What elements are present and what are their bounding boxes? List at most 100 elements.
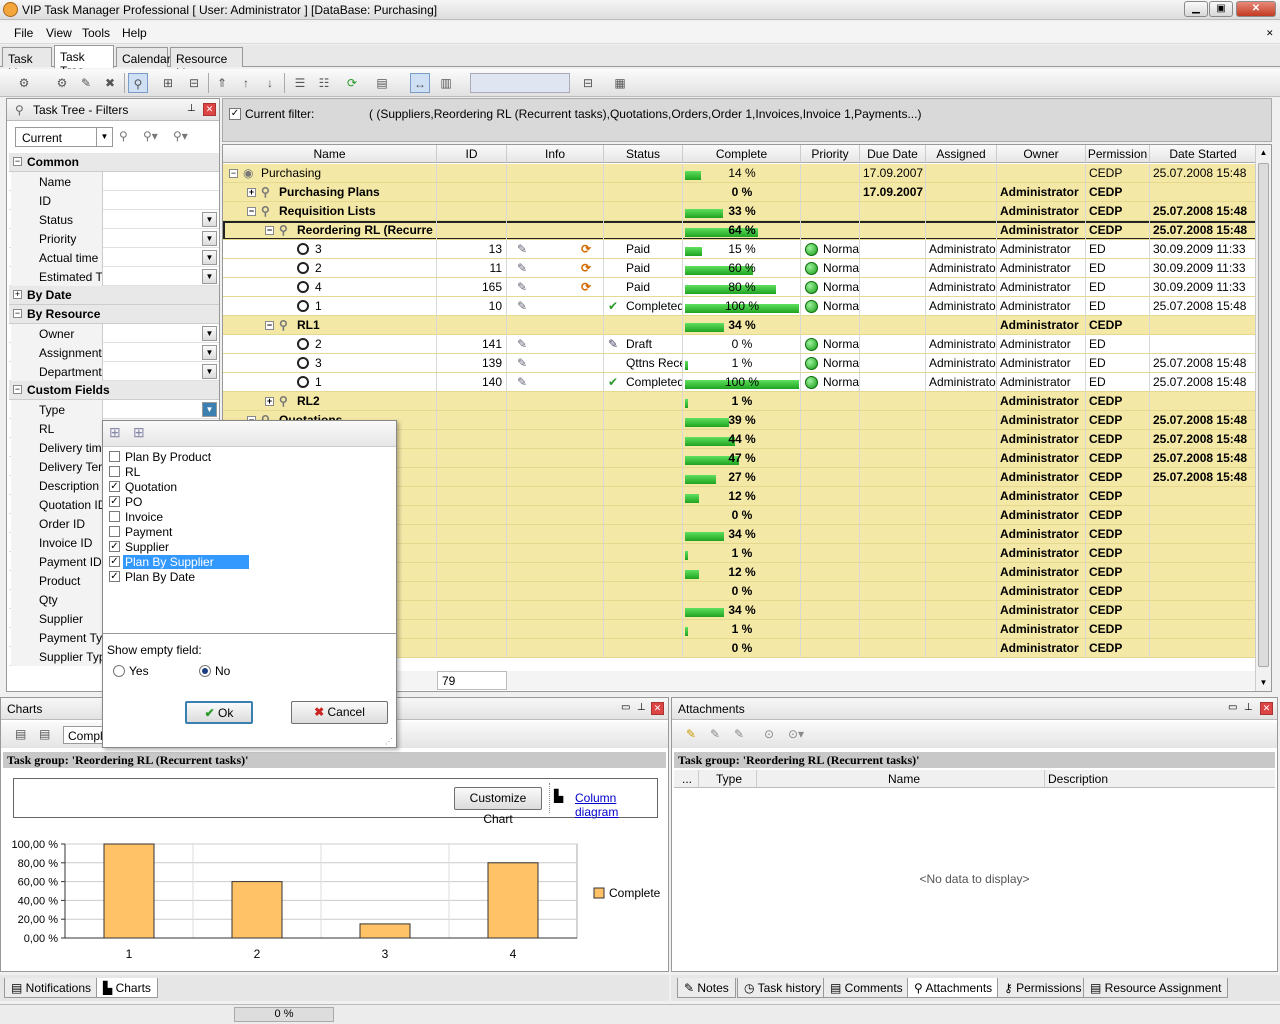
- float-icon[interactable]: ▭: [621, 702, 630, 713]
- filter-row-common-0[interactable]: Name: [9, 172, 219, 191]
- col-type[interactable]: Type: [716, 772, 742, 786]
- current-filter-checkbox[interactable]: ✓: [229, 108, 241, 120]
- type-option-checkbox[interactable]: ✓: [109, 556, 120, 567]
- outdent-icon[interactable]: ☷: [314, 73, 334, 93]
- zoom-combo[interactable]: [470, 73, 570, 93]
- task-row[interactable]: 2 11 ✎ ⟳ Paid 60 % Normal Administrator Administ…: [223, 259, 1257, 278]
- indent-icon[interactable]: ☰: [290, 73, 310, 93]
- col-header-started[interactable]: Date Started: [1150, 145, 1257, 163]
- select-all-icon[interactable]: ⊞: [109, 424, 121, 441]
- move-up-icon[interactable]: ↑: [236, 73, 256, 93]
- delete-task-icon[interactable]: ✖: [100, 73, 120, 93]
- column-diagram-icon[interactable]: ▙: [554, 789, 563, 803]
- type-option-checkbox[interactable]: [109, 526, 120, 537]
- type-option-checkbox[interactable]: ✓: [109, 496, 120, 507]
- col-more[interactable]: ...: [682, 772, 692, 786]
- pin-icon[interactable]: ⊥: [1244, 702, 1253, 713]
- type-option-checkbox[interactable]: ✓: [109, 571, 120, 582]
- col-header-priority[interactable]: Priority: [801, 145, 860, 163]
- filter-row-common-2[interactable]: Status ▼: [9, 210, 219, 229]
- filter-row-common-3[interactable]: Priority ▼: [9, 229, 219, 248]
- section-custom-fields[interactable]: − Custom Fields: [9, 381, 219, 400]
- expand-toggle-icon[interactable]: +: [247, 188, 256, 197]
- filter-row-by_resource-2[interactable]: Department ▼: [9, 362, 219, 381]
- delete-attachment-icon[interactable]: ✎: [734, 727, 744, 741]
- chevron-down-icon[interactable]: ▼: [202, 250, 217, 265]
- tab-permissions[interactable]: ⚷ Permissions: [997, 978, 1089, 998]
- edit-task-icon[interactable]: ✎: [76, 73, 96, 93]
- grid-scrollbar[interactable]: ▲ ▼: [1255, 145, 1271, 691]
- chevron-down-icon[interactable]: ▼: [96, 128, 112, 146]
- type-option-label[interactable]: Invoice: [123, 510, 165, 524]
- open-attachment-icon[interactable]: ⊙: [764, 727, 774, 741]
- section-by-resource[interactable]: − By Resource: [9, 305, 219, 324]
- menu-help[interactable]: Help: [122, 26, 147, 40]
- type-option-label[interactable]: Plan By Supplier: [123, 555, 249, 569]
- section-common[interactable]: − Common: [9, 153, 219, 172]
- export-icon[interactable]: ⊟: [578, 73, 598, 93]
- task-row[interactable]: − ⚲ RL1 34 % Administrator CEDP: [223, 316, 1257, 335]
- col-header-name[interactable]: Name: [223, 145, 437, 163]
- expand-toggle-icon[interactable]: −: [229, 169, 238, 178]
- chevron-down-icon[interactable]: ▼: [202, 326, 217, 341]
- float-icon[interactable]: ▭: [1228, 702, 1237, 713]
- refresh-icon[interactable]: ⟳: [342, 73, 362, 93]
- type-option-label[interactable]: Plan By Product: [123, 450, 213, 464]
- tab-charts[interactable]: ▙ Charts: [96, 978, 158, 998]
- expand-toggle-icon[interactable]: −: [265, 321, 274, 330]
- type-option-checkbox[interactable]: ✓: [109, 481, 120, 492]
- col-header-owner[interactable]: Owner: [997, 145, 1086, 163]
- chevron-down-icon[interactable]: ▼: [202, 402, 217, 417]
- collapse-icon[interactable]: ⊟: [184, 73, 204, 93]
- menu-view[interactable]: View: [46, 26, 72, 40]
- tab-resource-list[interactable]: Resource List: [170, 47, 243, 80]
- close-button[interactable]: ✕: [1236, 1, 1276, 17]
- expand-icon[interactable]: ⊞: [158, 73, 178, 93]
- cancel-button[interactable]: ✖ Cancel: [291, 701, 388, 724]
- filter-apply-icon[interactable]: ⚲: [119, 129, 128, 143]
- expand-toggle-icon[interactable]: −: [265, 226, 274, 235]
- filter-clear-icon[interactable]: ⚲▾: [173, 129, 188, 143]
- type-option-label[interactable]: RL: [123, 465, 142, 479]
- move-top-icon[interactable]: ⇑: [212, 73, 232, 93]
- col-header-info[interactable]: Info: [507, 145, 604, 163]
- tab-notifications[interactable]: ▤ Notifications: [4, 978, 99, 998]
- col-name[interactable]: Name: [888, 772, 920, 786]
- new-subtask-icon[interactable]: ⚙: [52, 73, 72, 93]
- menu-file[interactable]: File: [14, 26, 33, 40]
- move-down-icon[interactable]: ↓: [260, 73, 280, 93]
- tab-comments[interactable]: ▤ Comments: [823, 978, 910, 998]
- show-empty-yes-radio[interactable]: [113, 665, 125, 677]
- type-option-checkbox[interactable]: [109, 466, 120, 477]
- options-icon[interactable]: ▦: [610, 73, 630, 93]
- chevron-down-icon[interactable]: ▼: [202, 269, 217, 284]
- col-header-id[interactable]: ID: [437, 145, 507, 163]
- type-option-checkbox[interactable]: ✓: [109, 541, 120, 552]
- filter-save-icon[interactable]: ⚲▾: [143, 129, 158, 143]
- task-row[interactable]: − ⚲ Reordering RL (Recurre 64 % Administrato…: [223, 221, 1257, 240]
- type-option-label[interactable]: Plan By Date: [123, 570, 197, 584]
- task-row[interactable]: − ◉ Purchasing 14 % 17.09.2007 CEDP 25.07.2008…: [223, 164, 1257, 183]
- filter-row-by_resource-0[interactable]: Owner ▼: [9, 324, 219, 343]
- tab-calendar[interactable]: Calendar: [116, 47, 171, 67]
- menu-tools[interactable]: Tools: [82, 26, 110, 40]
- task-row[interactable]: 2 141 ✎ Draft ✎ 0 % Normal Administrator Adminis…: [223, 335, 1257, 354]
- ok-button[interactable]: ✔ Ok: [185, 701, 253, 724]
- scroll-down-icon[interactable]: ▼: [1256, 675, 1271, 690]
- add-attachment-icon[interactable]: ✎: [686, 727, 696, 741]
- task-row[interactable]: 4 165 ✎ ⟳ Paid 80 % Normal Administrator Adminis…: [223, 278, 1257, 297]
- filter-row-common-4[interactable]: Actual time ▼: [9, 248, 219, 267]
- type-option-label[interactable]: Payment: [123, 525, 174, 539]
- col-header-perm[interactable]: Permission: [1086, 145, 1150, 163]
- pin-icon[interactable]: ⊥: [187, 103, 196, 114]
- resize-grip-icon[interactable]: ⋰: [385, 737, 393, 746]
- task-row[interactable]: 3 139 ✎ Qttns Rece 1 % Normal Administrator Adm…: [223, 354, 1257, 373]
- task-row[interactable]: + ⚲ Purchasing Plans 0 % 17.09.2007 Administr…: [223, 183, 1257, 202]
- tab-attachments[interactable]: ⚲ Attachments: [907, 978, 1000, 998]
- show-empty-no-radio[interactable]: [199, 665, 211, 677]
- type-option-label[interactable]: Supplier: [123, 540, 171, 554]
- scroll-up-icon[interactable]: ▲: [1256, 145, 1271, 160]
- close-panel-icon[interactable]: ✕: [203, 103, 216, 116]
- task-row[interactable]: 3 13 ✎ ⟳ Paid 15 % Normal Administrator Administ…: [223, 240, 1257, 259]
- customize-chart-button[interactable]: Customize Chart: [454, 787, 542, 826]
